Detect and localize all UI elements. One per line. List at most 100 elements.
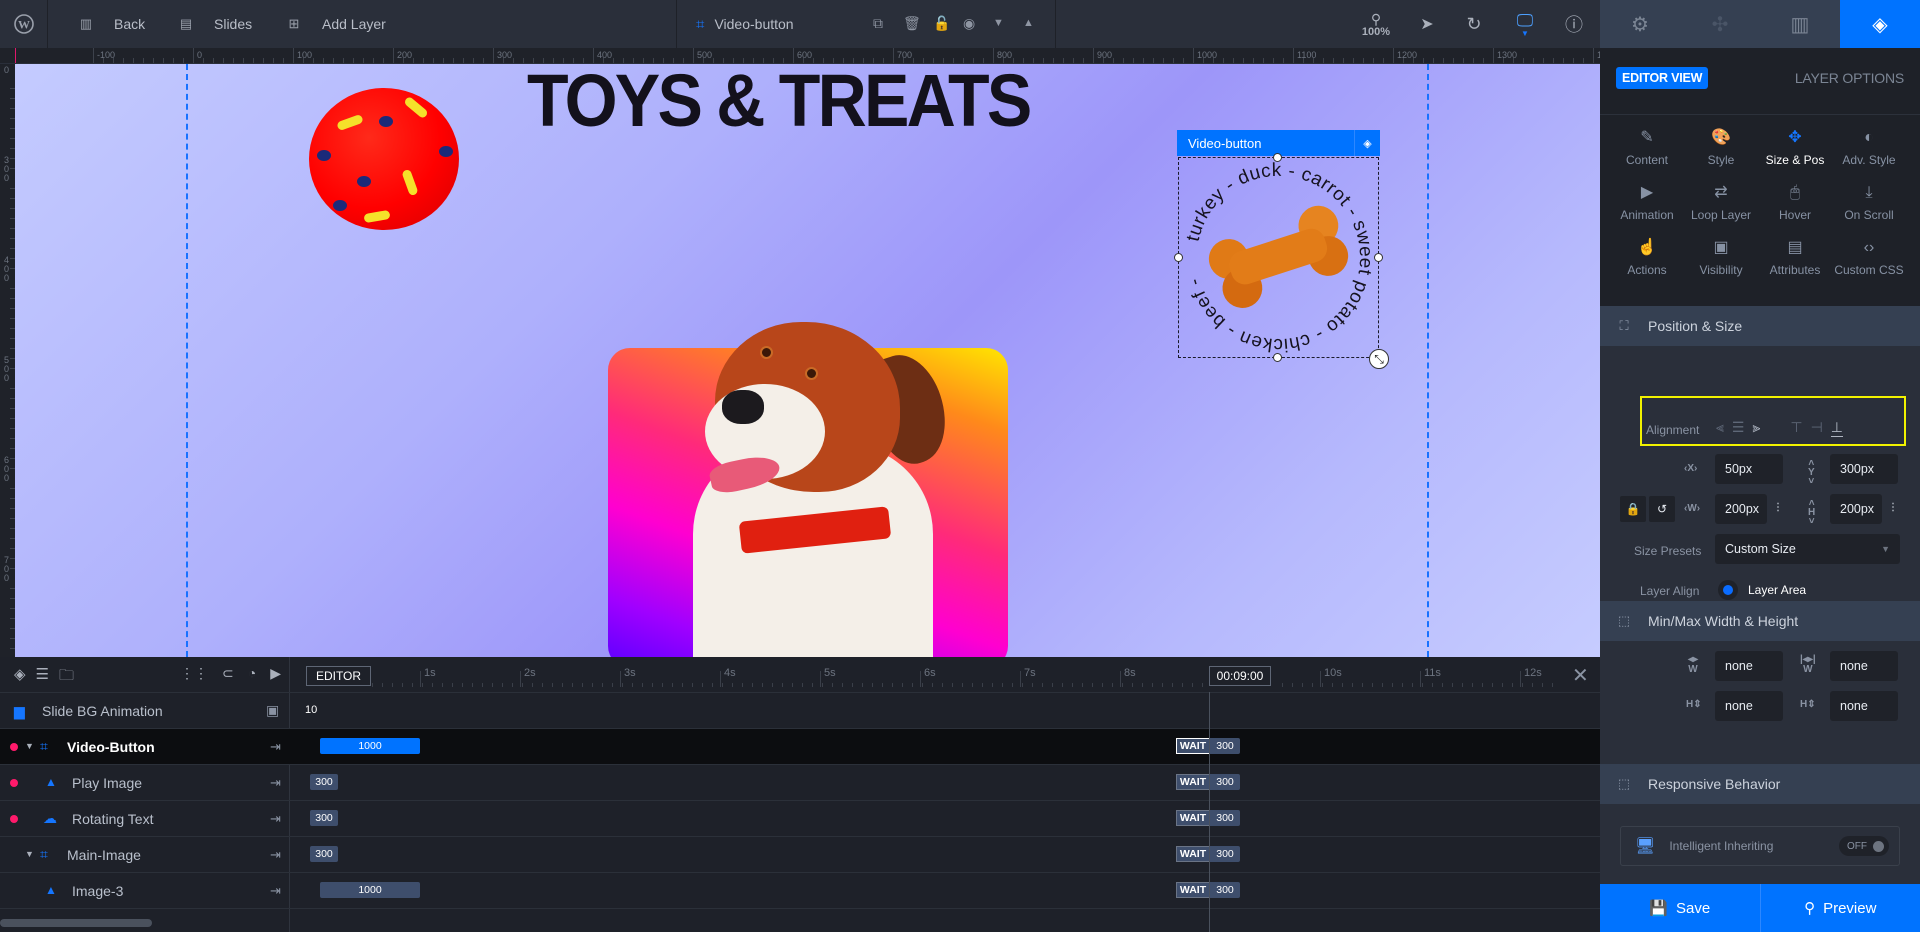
layer-options-title[interactable]: LAYER OPTIONS xyxy=(1795,70,1904,86)
resize-handle-left[interactable] xyxy=(1174,253,1183,262)
bg-image-icon[interactable]: ▣ xyxy=(266,702,279,719)
wait-block[interactable]: WAIT 300 xyxy=(1176,810,1240,826)
timeline-row[interactable]: ▼ ⌗ Video-Button ⇥ 1000 WAIT 300 xyxy=(0,729,1600,765)
trash-icon[interactable]: 🗑 xyxy=(903,15,921,32)
height-input[interactable]: 200px xyxy=(1830,494,1882,524)
active-indicator: ▼ xyxy=(1521,28,1529,38)
minmax-header[interactable]: ⬚ Min/Max Width & Height xyxy=(1600,601,1920,641)
collapse-caret-icon[interactable]: ▼ xyxy=(25,849,34,859)
collapse-caret-icon[interactable]: ▼ xyxy=(25,741,34,751)
option-loop-layer[interactable]: ⇄ Loop Layer xyxy=(1684,177,1758,222)
preview-button[interactable]: ⚲ Preview xyxy=(1759,884,1920,932)
selected-layer-header[interactable]: Video-button ◈ xyxy=(1177,130,1380,156)
duration-bar[interactable]: 300 xyxy=(310,846,338,862)
end-arrow-icon[interactable]: ⇥ xyxy=(270,811,281,827)
headline-text[interactable]: TOYS & TREATS xyxy=(527,64,1032,143)
resize-corner-icon[interactable]: ⤡ xyxy=(1369,349,1389,369)
y-position-input[interactable]: 300px xyxy=(1830,454,1898,484)
slides-button[interactable]: ▤ Slides xyxy=(178,0,252,48)
wait-block[interactable]: WAIT 300 xyxy=(1176,882,1240,898)
tab-slides-icon[interactable]: ▥ xyxy=(1760,0,1840,48)
video-button-layer[interactable]: turkey - duck - carrot - sweet potato - … xyxy=(1178,157,1379,358)
option-animation[interactable]: ▶ Animation xyxy=(1610,177,1684,222)
wordpress-logo-button[interactable]: W xyxy=(0,0,48,48)
undo-history-icon[interactable]: ↻ xyxy=(1462,0,1486,48)
timeline-row[interactable]: ☁ Rotating Text ⇥ 300 WAIT 300 xyxy=(0,801,1600,837)
unlock-icon[interactable]: 🔓 xyxy=(933,15,950,32)
zoom-button[interactable]: ⚲ 100% xyxy=(1358,0,1394,48)
duration-bar[interactable]: 300 xyxy=(310,774,338,790)
duration-bar[interactable]: 1000 xyxy=(320,738,420,754)
timeline-row[interactable]: ▲ Play Image ⇥ 300 WAIT 300 xyxy=(0,765,1600,801)
layer-name[interactable]: Image-3 xyxy=(72,873,123,909)
layer-name[interactable]: Video-Button xyxy=(67,729,155,765)
timeline-row[interactable]: ▼ ⌗ Main-Image ⇥ 300 WAIT 300 xyxy=(0,837,1600,873)
option-style[interactable]: 🎨 Style xyxy=(1684,122,1758,167)
time-ruler[interactable]: 1s 2s 3s 4s 5s 6s 7s 8s 10s 11s 12s xyxy=(0,657,1600,693)
option-adv-style[interactable]: ◐ Adv. Style xyxy=(1832,122,1906,167)
resize-handle-top[interactable] xyxy=(1273,153,1282,162)
layer-area-radio[interactable] xyxy=(1718,580,1738,600)
size-presets-select[interactable]: Custom Size ▼ xyxy=(1715,534,1900,564)
back-button[interactable]: ▥ Back xyxy=(78,0,145,48)
width-more-icon[interactable]: ⋮ xyxy=(1773,502,1783,513)
layer-name[interactable]: Play Image xyxy=(72,765,142,801)
wait-block[interactable]: WAIT 300 xyxy=(1176,846,1240,862)
lock-ratio-icon[interactable]: 🔒 xyxy=(1620,496,1646,522)
x-position-input[interactable]: 50px xyxy=(1715,454,1783,484)
end-arrow-icon[interactable]: ⇥ xyxy=(270,775,281,791)
toy-ball-image[interactable] xyxy=(309,88,459,230)
option-size-pos[interactable]: ✥ Size & Pos xyxy=(1758,122,1832,167)
layer-name[interactable]: Rotating Text xyxy=(72,801,153,837)
selected-layer-name[interactable]: Video-button xyxy=(714,16,793,32)
width-input[interactable]: 200px xyxy=(1715,494,1767,524)
max-width-input[interactable]: none xyxy=(1830,651,1898,681)
layer-name[interactable]: Main-Image xyxy=(67,837,141,873)
tab-module-icon[interactable]: ✣ xyxy=(1680,0,1760,48)
layers-small-icon[interactable]: ◈ xyxy=(1354,130,1380,156)
min-width-input[interactable]: none xyxy=(1715,651,1783,681)
max-height-input[interactable]: none xyxy=(1830,691,1898,721)
visibility-eye-icon[interactable]: ◉ xyxy=(963,15,975,32)
tab-layers-icon[interactable]: ◈ xyxy=(1840,0,1920,48)
option-visibility[interactable]: ▣ Visibility xyxy=(1684,232,1758,277)
option-on-scroll[interactable]: ⤓ On Scroll xyxy=(1832,177,1906,222)
duration-bar[interactable]: 300 xyxy=(310,810,338,826)
current-time-badge[interactable]: 00:09:00 xyxy=(1209,666,1271,686)
move-up-icon[interactable]: ▲ xyxy=(1023,17,1034,29)
desktop-view-icon[interactable]: 🖵 ▼ xyxy=(1512,0,1538,48)
save-button[interactable]: 💾 Save xyxy=(1600,884,1760,932)
position-size-header[interactable]: ⛶ Position & Size xyxy=(1600,306,1920,346)
image-icon: ▆ xyxy=(14,703,25,719)
timeline-row[interactable]: ▲ Image-3 ⇥ 1000 WAIT 300 xyxy=(0,873,1600,909)
reset-size-icon[interactable]: ↺ xyxy=(1649,496,1675,522)
end-arrow-icon[interactable]: ⇥ xyxy=(270,883,281,899)
option-hover[interactable]: 🖱 Hover xyxy=(1758,177,1832,222)
height-more-icon[interactable]: ⋮ xyxy=(1888,502,1898,513)
close-timeline-icon[interactable]: ✕ xyxy=(1572,663,1589,688)
timeline-row[interactable]: ▆ Slide BG Animation ▣ 10 xyxy=(0,693,1600,729)
responsive-header[interactable]: ⬚ Responsive Behavior xyxy=(1600,764,1920,804)
resize-handle-right[interactable] xyxy=(1374,253,1383,262)
intelligent-inheriting-toggle[interactable]: OFF xyxy=(1839,836,1889,856)
add-layer-button[interactable]: ⊞ Add Layer xyxy=(286,0,386,48)
help-icon[interactable]: ⓘ xyxy=(1562,0,1586,48)
cursor-select-icon[interactable]: ➤ xyxy=(1415,0,1439,48)
option-custom-css[interactable]: ‹› Custom CSS xyxy=(1832,232,1906,277)
option-actions[interactable]: ☝ Actions xyxy=(1610,232,1684,277)
wait-block[interactable]: WAIT 300 xyxy=(1176,774,1240,790)
wait-block[interactable]: WAIT 300 xyxy=(1176,738,1240,754)
min-height-input[interactable]: none xyxy=(1715,691,1783,721)
tab-settings-gear-icon[interactable]: ⚙ xyxy=(1600,0,1680,48)
duplicate-icon[interactable]: ⧉ xyxy=(873,15,883,32)
resize-handle-bottom[interactable] xyxy=(1273,353,1282,362)
layer-name[interactable]: Slide BG Animation xyxy=(42,693,163,729)
editor-view-badge[interactable]: EDITOR VIEW xyxy=(1616,67,1709,89)
option-attributes[interactable]: ▤ Attributes xyxy=(1758,232,1832,277)
duration-bar[interactable]: 1000 xyxy=(320,882,420,898)
move-down-icon[interactable]: ▼ xyxy=(993,17,1004,29)
option-content[interactable]: ✎ Content xyxy=(1610,122,1684,167)
end-arrow-icon[interactable]: ⇥ xyxy=(270,847,281,863)
end-arrow-icon[interactable]: ⇥ xyxy=(270,739,281,755)
horizontal-scrollbar[interactable] xyxy=(0,919,152,927)
